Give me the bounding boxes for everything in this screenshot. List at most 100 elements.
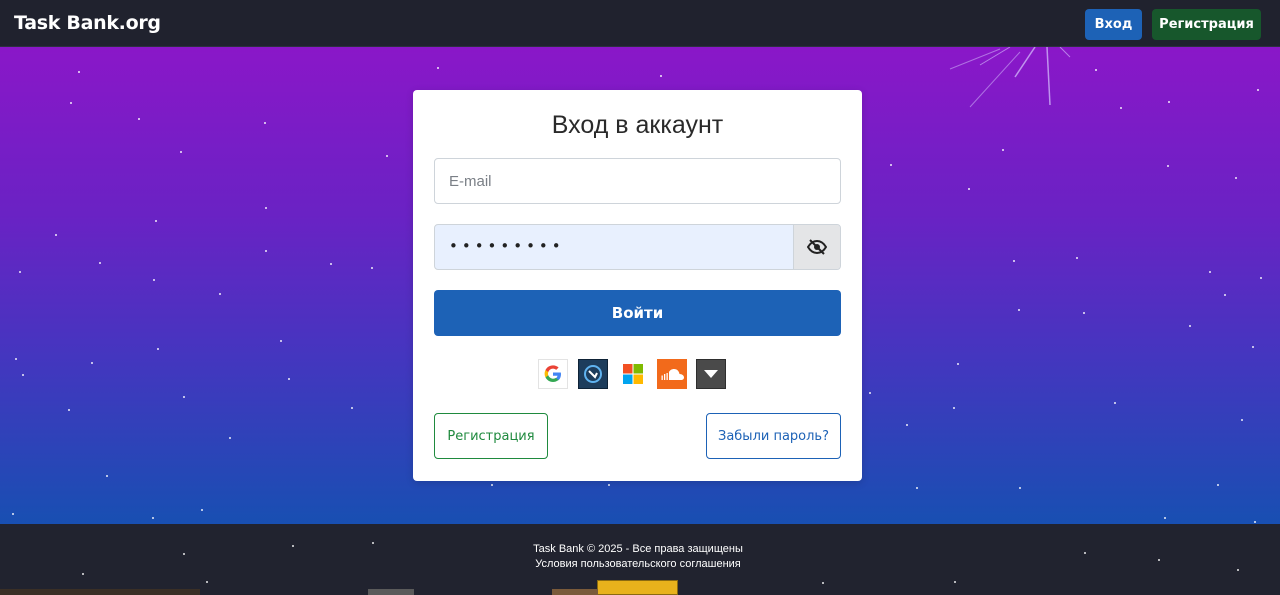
star [330, 263, 332, 265]
shooting-star-decoration [949, 47, 1071, 108]
login-submit-button[interactable]: Войти [434, 290, 841, 336]
star [201, 509, 203, 511]
star [22, 374, 24, 376]
star [155, 220, 157, 222]
star [1018, 309, 1020, 311]
star [82, 573, 84, 575]
star [15, 358, 17, 360]
star [152, 517, 154, 519]
star [153, 279, 155, 281]
star [660, 75, 662, 77]
star [288, 378, 290, 380]
nav-register-button[interactable]: Регистрация [1152, 9, 1261, 40]
star [968, 188, 970, 190]
star [206, 581, 208, 583]
brand-logo[interactable]: Task Bank.org [14, 12, 161, 34]
star [1224, 294, 1226, 296]
star [1083, 312, 1085, 314]
google-icon [544, 365, 561, 382]
star [869, 392, 871, 394]
star [1254, 521, 1256, 523]
hero-background: Вход в аккаунт ••••••••• Войти [0, 47, 1280, 524]
star [608, 484, 610, 486]
star [180, 151, 182, 153]
email-field[interactable] [434, 158, 841, 204]
star [1120, 107, 1122, 109]
star [916, 487, 918, 489]
footer-badge [597, 580, 678, 595]
star [138, 118, 140, 120]
star [219, 293, 221, 295]
star [1164, 517, 1166, 519]
star [1168, 101, 1170, 103]
eye-slash-icon [807, 239, 827, 255]
star [68, 409, 70, 411]
star [106, 475, 108, 477]
footer-copyright: Task Bank © 2025 - Все права защищены [533, 543, 743, 555]
bottom-strip-mid2 [552, 589, 598, 595]
star [265, 207, 267, 209]
star [183, 396, 185, 398]
toggle-password-visibility-button[interactable] [793, 225, 840, 269]
star [1114, 402, 1116, 404]
star [1167, 165, 1169, 167]
star [12, 513, 14, 515]
star [1257, 89, 1259, 91]
top-navbar: Task Bank.org Вход Регистрация [0, 0, 1280, 47]
star [229, 437, 231, 439]
star [386, 155, 388, 157]
star [1252, 346, 1254, 348]
password-field[interactable]: ••••••••• [434, 224, 841, 270]
star [78, 71, 80, 73]
star [1019, 487, 1021, 489]
star [953, 407, 955, 409]
star [1076, 257, 1078, 259]
google-login-button[interactable] [538, 359, 568, 389]
star [280, 340, 282, 342]
star [1235, 177, 1237, 179]
more-providers-icon [704, 370, 718, 378]
star [157, 348, 159, 350]
star [91, 362, 93, 364]
star [954, 581, 956, 583]
microsoft-icon [623, 364, 643, 384]
star [1241, 419, 1243, 421]
microsoft-login-button[interactable] [618, 359, 648, 389]
nav-login-button[interactable]: Вход [1085, 9, 1142, 40]
star [1260, 277, 1262, 279]
star [822, 582, 824, 584]
login-card: Вход в аккаунт ••••••••• Войти [413, 90, 862, 481]
star [264, 122, 266, 124]
soundcloud-login-button[interactable] [657, 359, 687, 389]
more-providers-button[interactable] [696, 359, 726, 389]
star [437, 67, 439, 69]
bottom-strip-mid [368, 589, 414, 595]
star [1013, 260, 1015, 262]
star [1209, 271, 1211, 273]
star [371, 267, 373, 269]
star [1002, 149, 1004, 151]
star [1189, 325, 1191, 327]
forgot-password-button[interactable]: Забыли пароль? [706, 413, 841, 459]
star [70, 102, 72, 104]
star [265, 250, 267, 252]
footer-terms-link[interactable]: Условия пользовательского соглашения [0, 558, 1276, 570]
soundcloud-icon [661, 369, 684, 380]
star [890, 164, 892, 166]
star [906, 424, 908, 426]
star [491, 484, 493, 486]
generic-oauth-icon [584, 365, 602, 383]
star [351, 407, 353, 409]
card-register-button[interactable]: Регистрация [434, 413, 548, 459]
star [1217, 484, 1219, 486]
star [957, 363, 959, 365]
password-value: ••••••••• [449, 237, 565, 255]
site-footer: Task Bank © 2025 - Все права защищены Ус… [0, 524, 1280, 595]
star [19, 271, 21, 273]
star [99, 262, 101, 264]
star [1095, 69, 1097, 71]
login-title: Вход в аккаунт [551, 111, 724, 139]
bottom-strip-left [0, 589, 200, 595]
oauth-login-button[interactable] [578, 359, 608, 389]
star [55, 234, 57, 236]
